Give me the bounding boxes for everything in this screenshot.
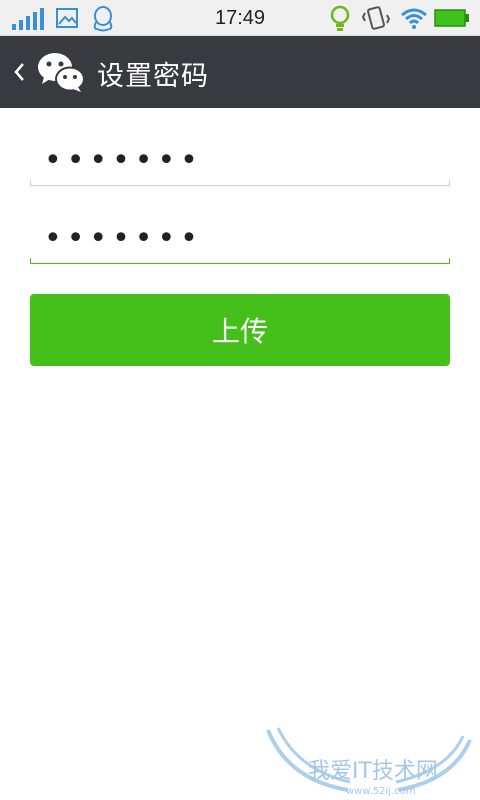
vibrate-icon: [362, 6, 390, 30]
bulb-icon: [330, 5, 350, 31]
battery-icon: [434, 9, 469, 27]
confirm-password-underline: [30, 258, 450, 264]
watermark-text: 我爱IT技术网: [308, 759, 438, 784]
watermark-logo: 我爱IT技术网 www.52ij.com: [266, 727, 472, 797]
wifi-icon: [401, 8, 427, 29]
wechat-logo-icon: [38, 53, 85, 92]
password-value: •••••••: [44, 143, 203, 178]
title-bar: 设置密码: [0, 36, 480, 108]
password-underline: [30, 180, 450, 186]
upload-button[interactable]: 上传: [30, 294, 450, 366]
watermark-subtext: www.52ij.com: [346, 786, 416, 797]
status-bar: 17:49: [0, 0, 480, 36]
confirm-password-field[interactable]: •••••••: [30, 216, 450, 264]
confirm-password-value: •••••••: [44, 221, 203, 256]
chevron-left-icon[interactable]: [12, 60, 26, 84]
password-field[interactable]: •••••••: [30, 138, 450, 186]
page-title: 设置密码: [97, 61, 209, 92]
